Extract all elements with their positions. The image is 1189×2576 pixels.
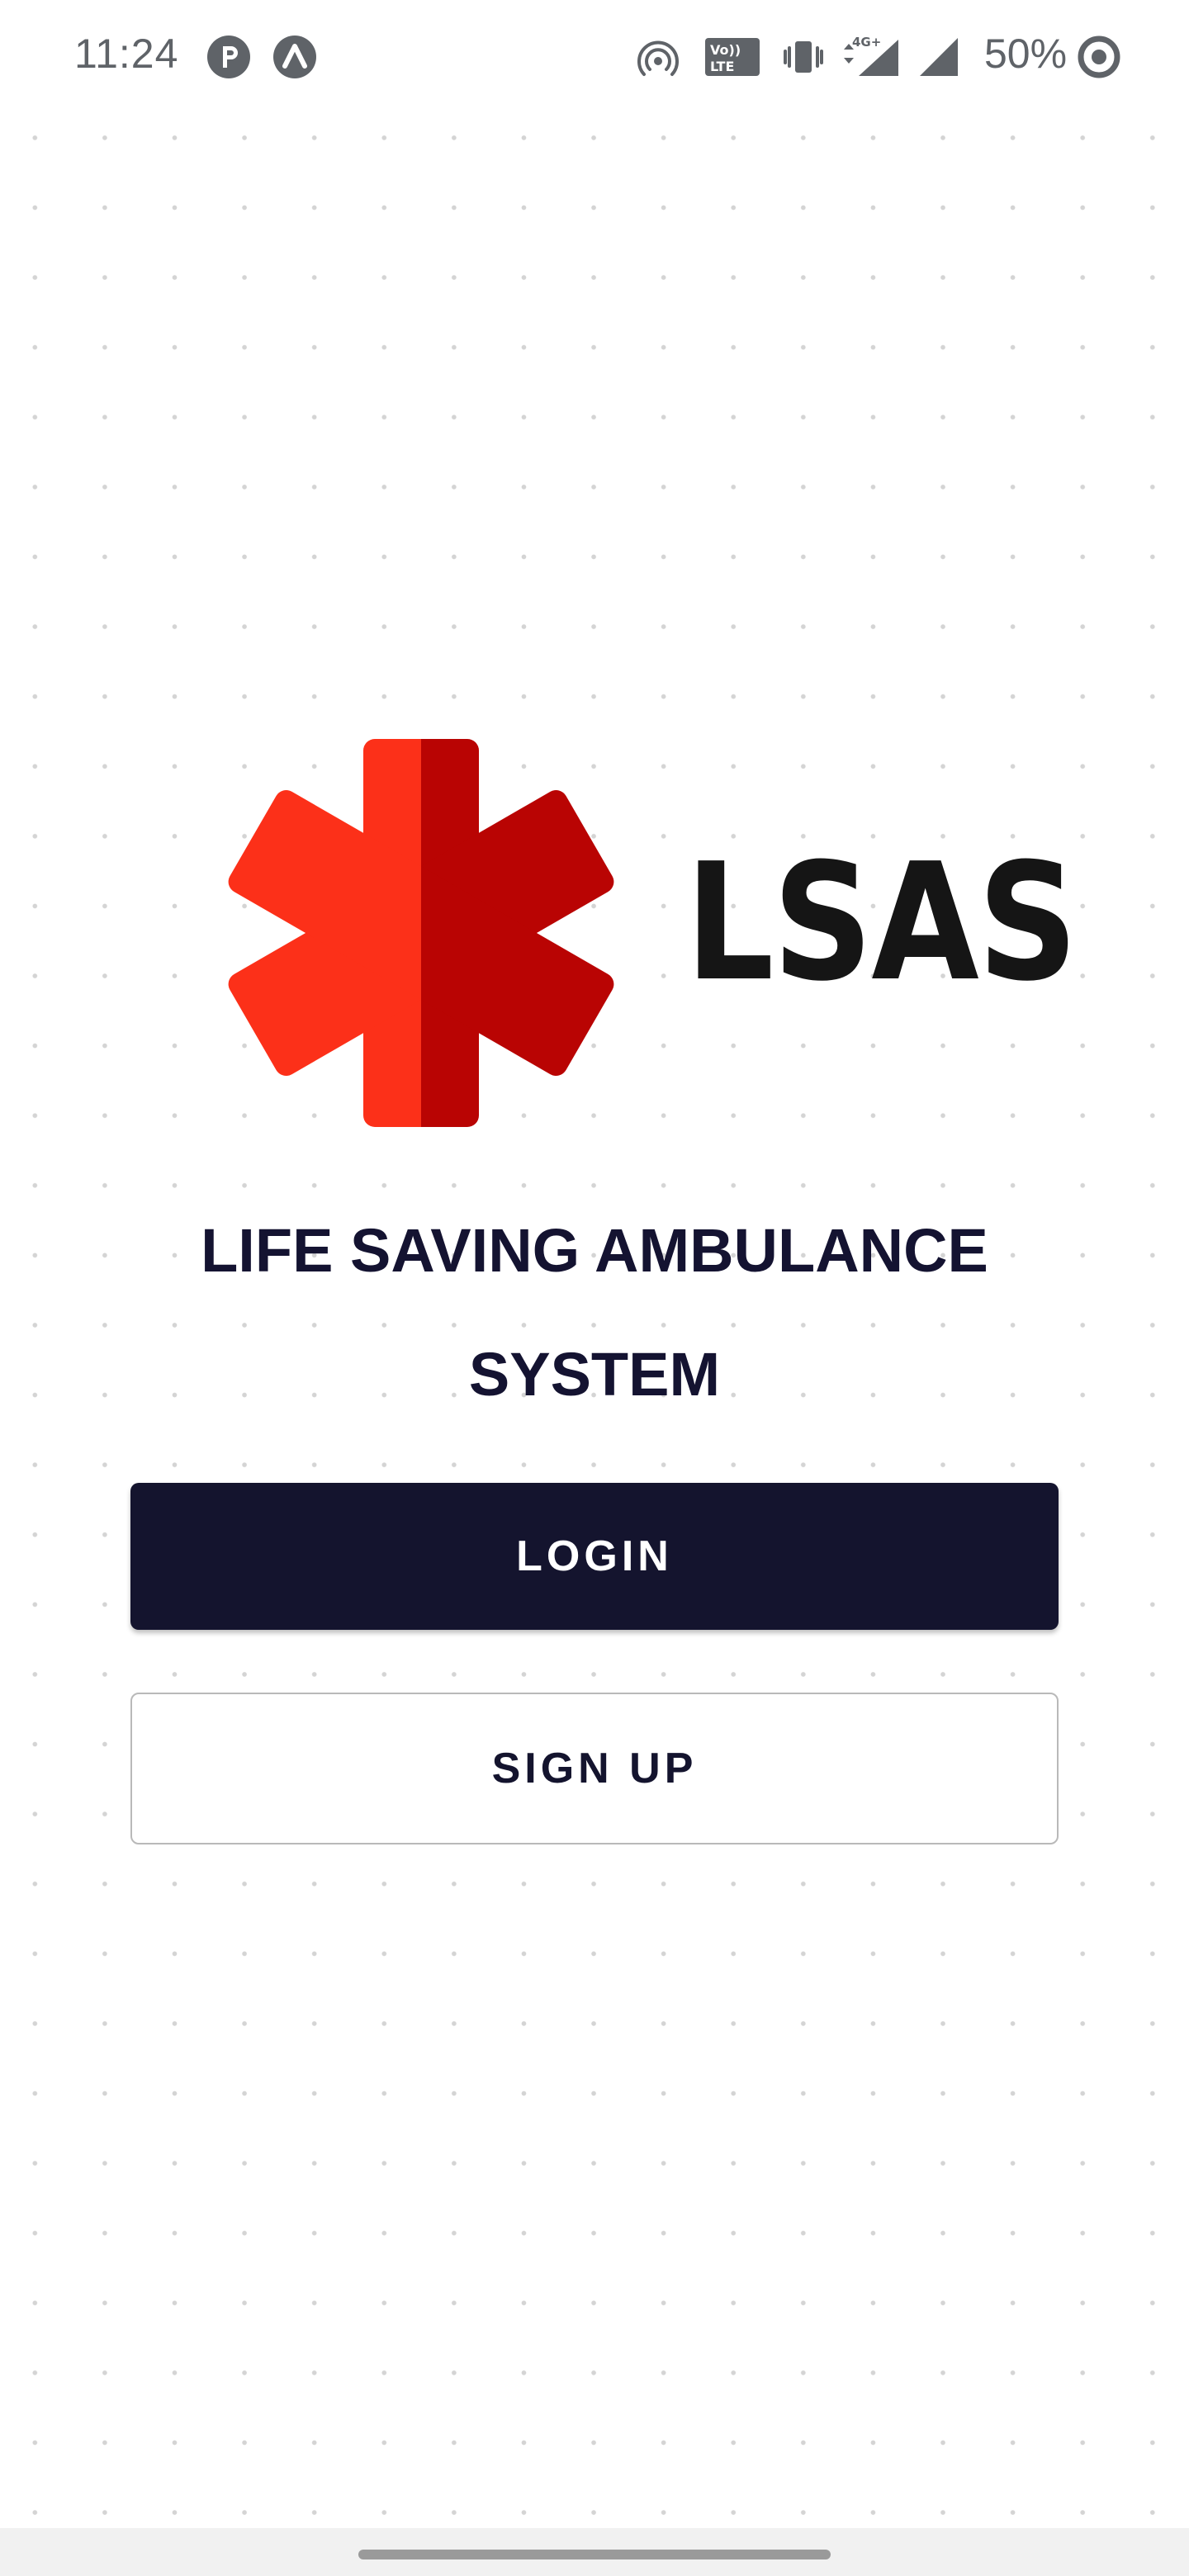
hotspot-icon bbox=[637, 40, 679, 76]
network-type-text: 4G+ bbox=[852, 35, 881, 50]
vibrate-icon bbox=[784, 41, 823, 73]
app-logo: LSAS bbox=[223, 727, 1078, 1139]
star-of-life-icon bbox=[224, 739, 618, 1127]
app-title-line-2: SYSTEM bbox=[468, 1340, 721, 1409]
home-indicator[interactable] bbox=[358, 2550, 831, 2559]
signup-button-label: SIGN UP bbox=[491, 1745, 698, 1792]
login-button-label: LOGIN bbox=[516, 1532, 673, 1580]
pocket-casts-icon bbox=[207, 36, 250, 78]
app-title-line-1: LIFE SAVING AMBULANCE bbox=[201, 1216, 988, 1285]
battery-saver-icon bbox=[1078, 36, 1120, 78]
app-title: LIFE SAVING AMBULANCE SYSTEM bbox=[0, 1189, 1189, 1437]
volte-top-text: Vo)) bbox=[710, 42, 741, 58]
brand-logo-text: LSAS bbox=[685, 829, 1078, 1017]
battery-percentage: 50% bbox=[984, 31, 1068, 77]
arc-browser-icon bbox=[273, 36, 316, 78]
gesture-nav-bar bbox=[0, 2528, 1189, 2576]
volte-icon: Vo)) LTE bbox=[705, 38, 760, 76]
status-time: 11:24 bbox=[74, 31, 179, 77]
volte-bottom-text: LTE bbox=[710, 59, 734, 74]
status-bar: 11:24 Vo)) LTE 4G+ 50% bbox=[0, 0, 1189, 107]
signup-button[interactable]: SIGN UP bbox=[130, 1693, 1059, 1844]
login-button[interactable]: LOGIN bbox=[130, 1483, 1059, 1630]
signal-icon bbox=[920, 38, 958, 76]
signal-4g-icon: 4G+ bbox=[844, 35, 898, 76]
